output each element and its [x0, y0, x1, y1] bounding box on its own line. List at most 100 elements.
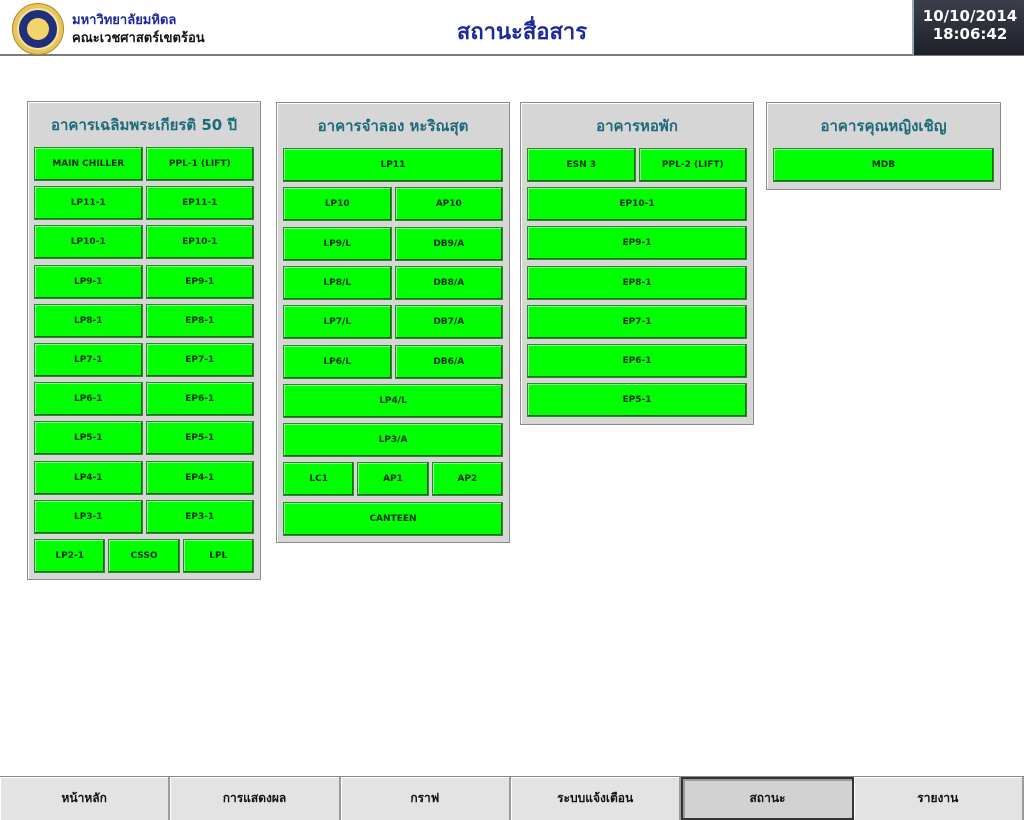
status-row: LP9-1 EP9-1 — [34, 264, 254, 299]
status-cell-lc1[interactable]: LC1 — [283, 462, 355, 497]
nav-alarm-button[interactable]: ระบบแจ้งเตือน — [510, 777, 682, 820]
status-cell-lp3-a[interactable]: LP3/A — [283, 423, 503, 458]
status-cell-lp5-1[interactable]: LP5-1 — [34, 421, 143, 456]
status-cell-lp8-l[interactable]: LP8/L — [283, 265, 392, 300]
status-cell-lp10[interactable]: LP10 — [283, 187, 392, 222]
clock-display: 10/10/2014 18:06:42 — [912, 0, 1024, 55]
status-cell-lp7-l[interactable]: LP7/L — [283, 305, 392, 340]
building-panel-khunying-choen: อาคารคุณหญิงเชิญ MDB — [766, 102, 1001, 190]
status-cell-db8-a[interactable]: DB8/A — [394, 265, 503, 300]
building-panel-jamlong: อาคารจำลอง หะริณสุต LP11 LP10 AP10 LP9/L DB9… — [276, 102, 510, 543]
status-cell-ep11-1[interactable]: EP11-1 — [145, 186, 254, 221]
status-cell-ep10-1[interactable]: EP10-1 — [527, 187, 747, 222]
bottom-nav: หน้าหลัก การแสดงผล กราฟ ระบบแจ้งเตือน สถ… — [0, 776, 1024, 820]
status-cell-lp6-1[interactable]: LP6-1 — [34, 382, 143, 417]
status-row: LP6/L DB6/A — [283, 344, 503, 379]
page-title: สถานะสื่อสาร — [456, 20, 588, 45]
status-row: LP2-1 CSSO LPL — [34, 539, 254, 573]
status-cell-ppl-2-lift[interactable]: PPL-2 (LIFT) — [638, 148, 747, 182]
status-cell-lp11-1[interactable]: LP11-1 — [34, 186, 143, 221]
status-cell-lp3-1[interactable]: LP3-1 — [34, 499, 143, 534]
status-cell-ep4-1[interactable]: EP4-1 — [145, 460, 254, 495]
status-row: LP10 AP10 — [283, 187, 503, 222]
status-cell-lp6-l[interactable]: LP6/L — [283, 344, 392, 379]
status-cell-lp7-1[interactable]: LP7-1 — [34, 343, 143, 377]
status-row: LP3-1 EP3-1 — [34, 499, 254, 534]
status-row: EP10-1 — [527, 187, 747, 222]
status-row: LP7-1 EP7-1 — [34, 343, 254, 377]
nav-display-button[interactable]: การแสดงผล — [170, 777, 341, 820]
clock-time: 18:06:42 — [932, 25, 1008, 43]
status-cell-ep7-1[interactable]: EP7-1 — [145, 343, 254, 377]
nav-status-button[interactable]: สถานะ — [681, 777, 854, 820]
status-cell-lpl[interactable]: LPL — [182, 539, 254, 573]
status-cell-ppl-1-lift[interactable]: PPL-1 (LIFT) — [145, 147, 254, 181]
status-row: ESN 3 PPL-2 (LIFT) — [527, 148, 747, 182]
panel-title: อาคารจำลอง หะริณสุต — [317, 117, 469, 135]
status-cell-ep6-1[interactable]: EP6-1 — [145, 382, 254, 417]
status-row: LP10-1 EP10-1 — [34, 225, 254, 260]
building-panel-chalermprakiat: อาคารเฉลิมพระเกียรติ 50 ปี MAIN CHILLER P… — [27, 101, 261, 580]
status-cell-lp4-1[interactable]: LP4-1 — [34, 460, 143, 495]
status-row: LP11 — [283, 148, 503, 182]
panel-title: อาคารหอพัก — [596, 117, 678, 135]
status-row: MDB — [773, 148, 994, 182]
header-bar: มหาวิทยาลัยมหิดล คณะเวชศาสตร์เขตร้อน สถา… — [0, 0, 1024, 56]
status-cell-lp2-1[interactable]: LP2-1 — [34, 539, 106, 573]
status-cell-lp8-1[interactable]: LP8-1 — [34, 303, 143, 338]
status-row: LP4-1 EP4-1 — [34, 460, 254, 495]
status-cell-lp4-l[interactable]: LP4/L — [283, 383, 503, 418]
status-cell-ap10[interactable]: AP10 — [394, 187, 503, 222]
status-row: EP8-1 — [527, 265, 747, 300]
status-row: LP5-1 EP5-1 — [34, 421, 254, 456]
status-cell-db6-a[interactable]: DB6/A — [394, 344, 503, 379]
nav-graph-button[interactable]: กราฟ — [340, 777, 511, 820]
status-cell-ep5-1[interactable]: EP5-1 — [527, 383, 747, 418]
status-cell-main-chiller[interactable]: MAIN CHILLER — [34, 147, 143, 181]
status-cell-db7-a[interactable]: DB7/A — [394, 305, 503, 340]
status-cell-ep8-1[interactable]: EP8-1 — [145, 303, 254, 338]
status-row: LP6-1 EP6-1 — [34, 382, 254, 417]
building-panel-dormitory: อาคารหอพัก ESN 3 PPL-2 (LIFT) EP10-1 EP9-1 E… — [520, 102, 754, 425]
status-row: LP4/L — [283, 383, 503, 418]
status-row: LP11-1 EP11-1 — [34, 186, 254, 221]
status-cell-db9-a[interactable]: DB9/A — [394, 226, 503, 261]
university-logo — [12, 3, 64, 55]
status-cell-lp9-1[interactable]: LP9-1 — [34, 264, 143, 299]
status-row: EP6-1 — [527, 344, 747, 378]
status-row: EP9-1 — [527, 226, 747, 261]
faculty-name: คณะเวชศาสตร์เขตร้อน — [72, 31, 205, 46]
status-cell-canteen[interactable]: CANTEEN — [283, 501, 503, 536]
status-cell-mdb[interactable]: MDB — [773, 148, 994, 182]
panel-title: อาคารคุณหญิงเชิญ — [820, 117, 947, 135]
status-row: EP5-1 — [527, 383, 747, 418]
nav-report-button[interactable]: รายงาน — [853, 777, 1024, 820]
status-cell-ap1[interactable]: AP1 — [357, 462, 429, 497]
status-cell-lp11[interactable]: LP11 — [283, 148, 503, 182]
status-cell-esn-3[interactable]: ESN 3 — [527, 148, 636, 182]
nav-home-button[interactable]: หน้าหลัก — [0, 777, 171, 820]
panel-title: อาคารเฉลิมพระเกียรติ 50 ปี — [50, 116, 237, 134]
status-cell-lp9-l[interactable]: LP9/L — [283, 226, 392, 261]
status-cell-lp10-1[interactable]: LP10-1 — [34, 225, 143, 260]
status-row: EP7-1 — [527, 304, 747, 339]
status-row: LP8/L DB8/A — [283, 265, 503, 300]
status-row: CANTEEN — [283, 501, 503, 536]
status-row: MAIN CHILLER PPL-1 (LIFT) — [34, 147, 254, 181]
status-cell-csso[interactable]: CSSO — [108, 539, 180, 573]
status-row: LC1 AP1 AP2 — [283, 462, 503, 497]
status-cell-ep3-1[interactable]: EP3-1 — [145, 499, 254, 534]
status-cell-ep9-1[interactable]: EP9-1 — [527, 226, 747, 261]
status-cell-ep5-1[interactable]: EP5-1 — [145, 421, 254, 456]
status-cell-ep8-1[interactable]: EP8-1 — [527, 265, 747, 300]
status-cell-ep9-1[interactable]: EP9-1 — [145, 264, 254, 299]
status-row: LP3/A — [283, 423, 503, 458]
status-row: LP8-1 EP8-1 — [34, 303, 254, 338]
status-cell-ep6-1[interactable]: EP6-1 — [527, 344, 747, 378]
status-row: LP9/L DB9/A — [283, 226, 503, 261]
status-cell-ap2[interactable]: AP2 — [431, 462, 503, 497]
status-row: LP7/L DB7/A — [283, 305, 503, 340]
status-cell-ep10-1[interactable]: EP10-1 — [145, 225, 254, 260]
clock-date: 10/10/2014 — [922, 7, 1018, 25]
status-cell-ep7-1[interactable]: EP7-1 — [527, 304, 747, 339]
